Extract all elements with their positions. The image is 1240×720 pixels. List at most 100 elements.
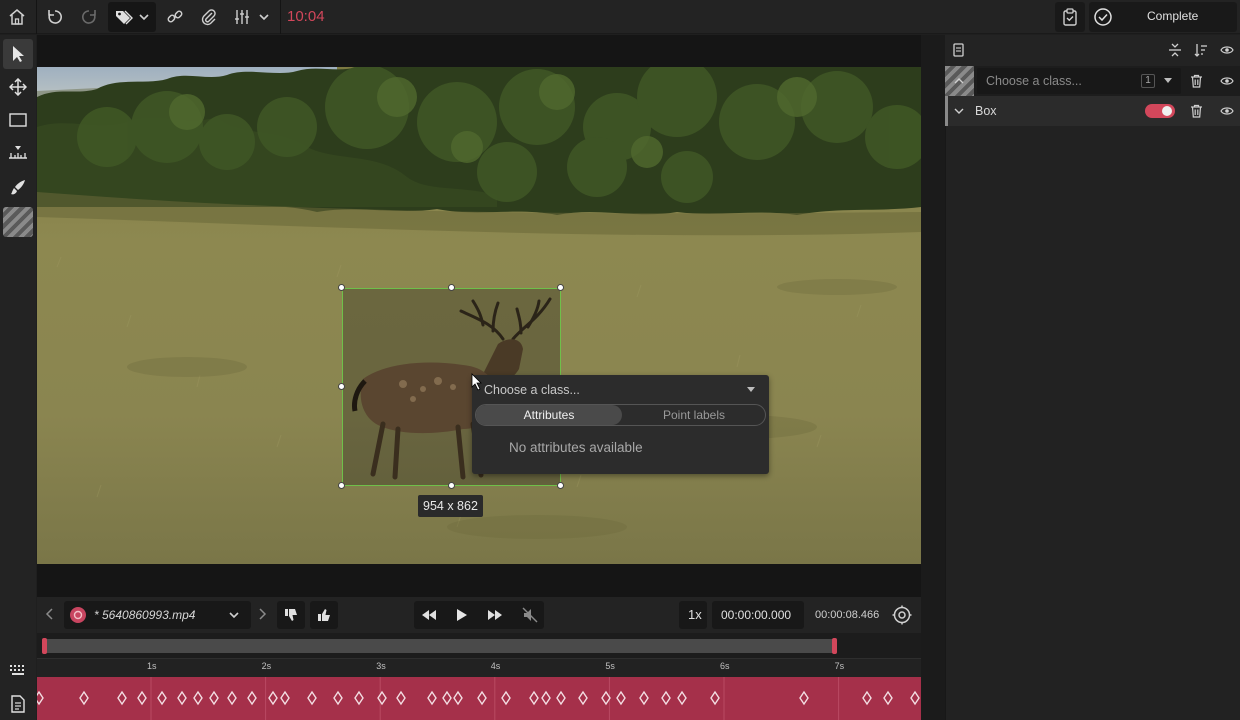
bbox-handle[interactable] xyxy=(338,383,345,390)
bbox-handle[interactable] xyxy=(557,284,564,291)
timeline-tick-label: 2s xyxy=(261,661,272,671)
keyframe-marker[interactable] xyxy=(616,690,626,706)
caret-down-icon[interactable] xyxy=(746,386,756,394)
chevron-down-icon[interactable] xyxy=(134,3,154,31)
mute-icon[interactable] xyxy=(522,607,538,623)
annotation-type-label: Box xyxy=(975,104,997,118)
keyframe-marker[interactable] xyxy=(396,690,406,706)
undo-icon[interactable] xyxy=(41,3,69,31)
class-select[interactable]: Choose a class... xyxy=(484,383,580,397)
notes-icon[interactable] xyxy=(3,689,33,719)
sort-icon[interactable] xyxy=(1194,43,1208,57)
measure-tool-icon[interactable] xyxy=(3,138,33,168)
keyframe-marker[interactable] xyxy=(280,690,290,706)
chevron-down-icon[interactable] xyxy=(228,609,240,621)
keyframe-marker[interactable] xyxy=(307,690,317,706)
playback-speed: 1x xyxy=(688,607,702,622)
keyframe-marker[interactable] xyxy=(529,690,539,706)
file-name: * 5640860993.mp4 xyxy=(94,608,196,622)
keyframe-marker[interactable] xyxy=(578,690,588,706)
bbox-handle[interactable] xyxy=(338,284,345,291)
bbox-handle[interactable] xyxy=(338,482,345,489)
trash-icon[interactable] xyxy=(1190,74,1203,88)
brush-tool-icon[interactable] xyxy=(3,172,33,202)
keyframe-marker[interactable] xyxy=(799,690,809,706)
chevron-down-icon[interactable] xyxy=(254,3,274,31)
panel-gutter xyxy=(921,35,945,720)
tab-point-labels[interactable]: Point labels xyxy=(622,405,766,425)
bbox-dimensions-label: 954 x 862 xyxy=(418,495,483,517)
annotations-panel xyxy=(945,35,1240,720)
keyframe-marker[interactable] xyxy=(639,690,649,706)
keyframe-marker[interactable] xyxy=(193,690,203,706)
keyframe-marker[interactable] xyxy=(556,690,566,706)
eye-icon[interactable] xyxy=(1220,44,1234,56)
trash-icon[interactable] xyxy=(1190,104,1203,118)
rectangle-tool-icon[interactable] xyxy=(3,105,33,135)
paperclip-icon[interactable] xyxy=(195,3,223,31)
keyframe-marker[interactable] xyxy=(247,690,257,706)
keyframe-marker[interactable] xyxy=(137,690,147,706)
layers-icon[interactable] xyxy=(952,42,966,58)
timeline-ruler[interactable] xyxy=(37,658,921,677)
keyframe-marker[interactable] xyxy=(333,690,343,706)
keyframe-marker[interactable] xyxy=(601,690,611,706)
keyframe-marker[interactable] xyxy=(862,690,872,706)
thumbs-up-button[interactable] xyxy=(310,601,338,629)
tab-attributes[interactable]: Attributes xyxy=(476,405,622,425)
bbox-handle[interactable] xyxy=(557,482,564,489)
link-icon[interactable] xyxy=(161,3,189,31)
keyframe-marker[interactable] xyxy=(209,690,219,706)
keyframe-marker[interactable] xyxy=(227,690,237,706)
pattern-tool-icon[interactable] xyxy=(3,207,33,237)
eye-icon[interactable] xyxy=(1220,75,1234,87)
fast-forward-icon[interactable] xyxy=(487,608,503,622)
keyframe-marker[interactable] xyxy=(883,690,893,706)
collapse-icon[interactable] xyxy=(1168,43,1182,57)
chevron-up-icon[interactable] xyxy=(953,76,965,86)
chevron-right-icon[interactable] xyxy=(256,607,268,621)
caret-down-icon[interactable] xyxy=(1163,77,1173,85)
keyframe-marker[interactable] xyxy=(177,690,187,706)
keyboard-icon[interactable] xyxy=(3,655,33,685)
keyframe-marker[interactable] xyxy=(661,690,671,706)
keyframe-marker[interactable] xyxy=(427,690,437,706)
move-tool-icon[interactable] xyxy=(3,72,33,102)
home-icon[interactable] xyxy=(3,3,31,31)
keyframe-marker[interactable] xyxy=(79,690,89,706)
progress-track[interactable] xyxy=(42,639,836,653)
chevron-left-icon[interactable] xyxy=(44,607,56,621)
task-checklist-button[interactable] xyxy=(1055,2,1085,32)
keyframe-marker[interactable] xyxy=(442,690,452,706)
keyframe-marker[interactable] xyxy=(501,690,511,706)
keyframe-marker[interactable] xyxy=(354,690,364,706)
timeline-tick-label: 6s xyxy=(720,661,730,671)
keyframe-marker[interactable] xyxy=(377,690,387,706)
bbox-handle[interactable] xyxy=(448,482,455,489)
sliders-icon[interactable] xyxy=(228,3,256,31)
chevron-down-icon[interactable] xyxy=(953,106,965,116)
play-icon[interactable] xyxy=(456,608,468,622)
keyframe-marker[interactable] xyxy=(710,690,720,706)
select-tool-icon[interactable] xyxy=(3,39,33,69)
progress-end-marker[interactable] xyxy=(832,638,837,654)
class-placeholder: Choose a class... xyxy=(986,74,1082,88)
keyframe-marker[interactable] xyxy=(157,690,167,706)
popup-tabs: Attributes Point labels xyxy=(475,404,766,426)
eye-icon[interactable] xyxy=(1220,105,1234,117)
keyframe-marker[interactable] xyxy=(541,690,551,706)
keyframe-marker[interactable] xyxy=(677,690,687,706)
keyframe-track[interactable] xyxy=(37,677,921,720)
redo-icon[interactable] xyxy=(75,3,103,31)
keyframe-marker[interactable] xyxy=(268,690,278,706)
keyframe-marker[interactable] xyxy=(910,690,920,706)
progress-start-marker[interactable] xyxy=(42,638,47,654)
thumbs-down-button[interactable] xyxy=(277,601,305,629)
keyframe-marker[interactable] xyxy=(37,690,44,706)
rewind-icon[interactable] xyxy=(421,608,437,622)
settings-icon[interactable] xyxy=(892,605,912,625)
keyframe-marker[interactable] xyxy=(477,690,487,706)
keyframe-marker[interactable] xyxy=(453,690,463,706)
keyframe-marker[interactable] xyxy=(117,690,127,706)
bbox-handle[interactable] xyxy=(448,284,455,291)
